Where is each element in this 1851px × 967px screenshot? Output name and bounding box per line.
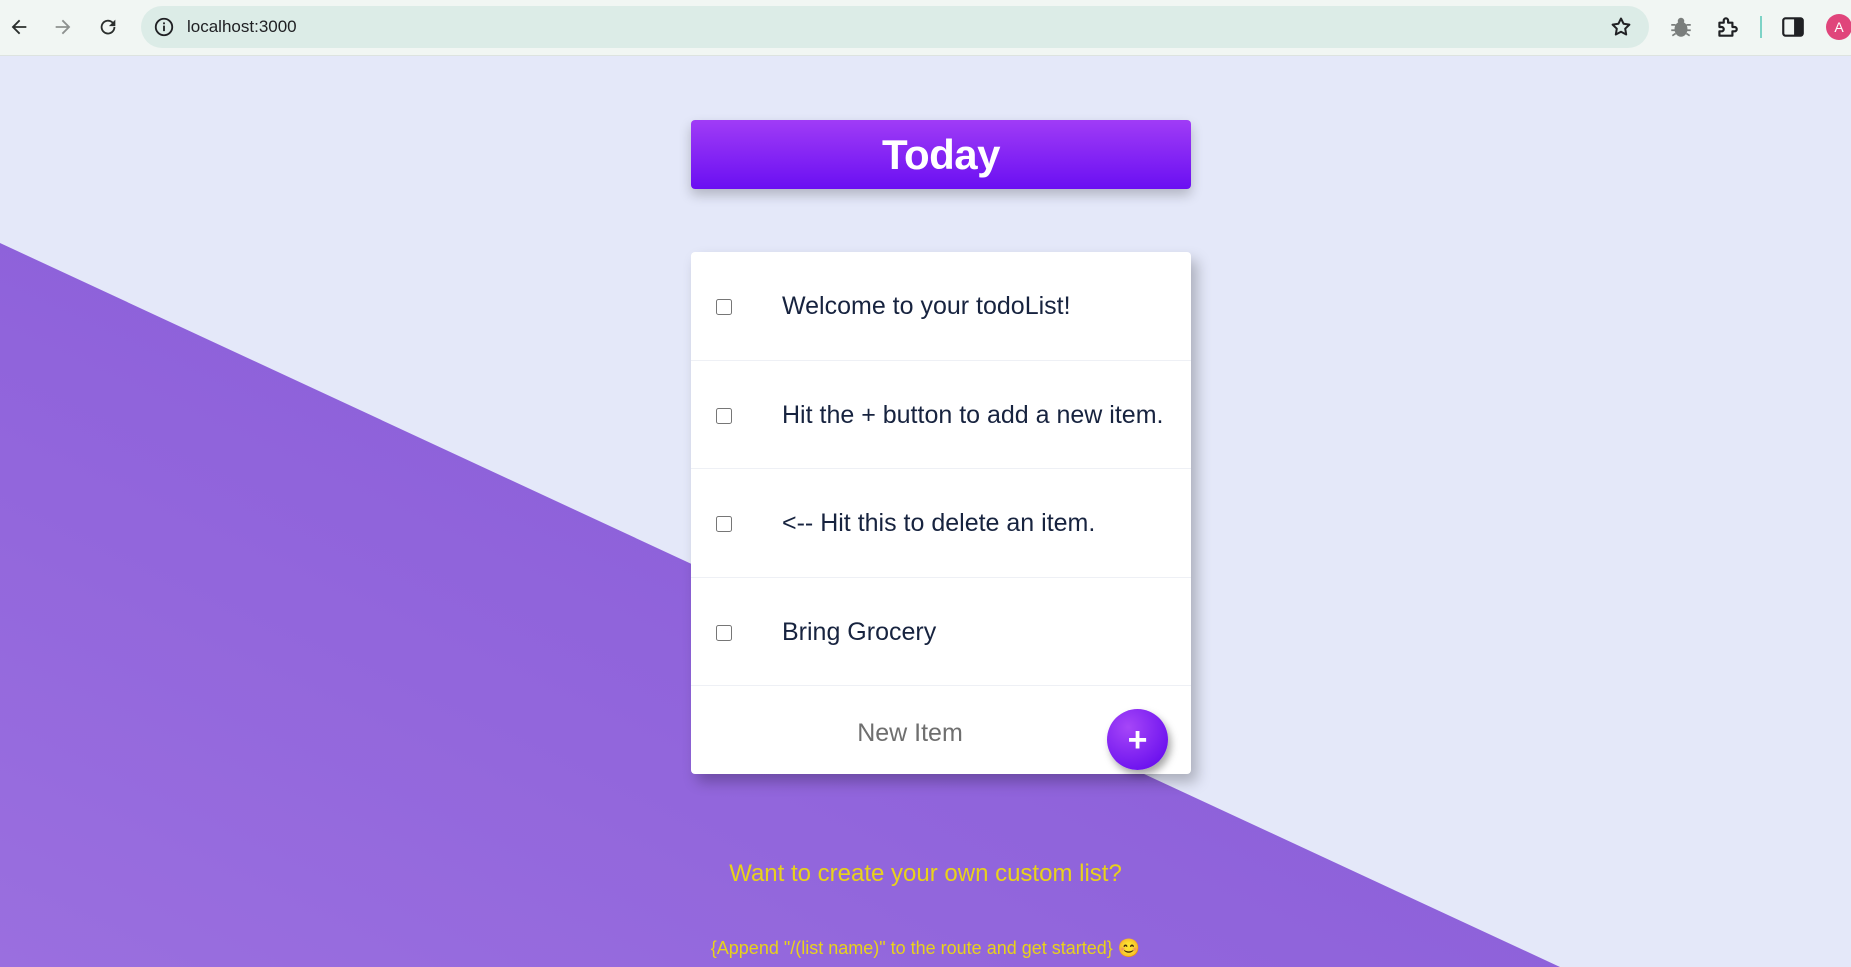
forward-arrow-icon[interactable]: [44, 8, 82, 46]
list-title: Today: [881, 130, 1001, 178]
custom-list-question: Want to create your own custom list?: [729, 860, 1122, 887]
side-panel-icon[interactable]: [1780, 14, 1806, 40]
bug-extension-icon[interactable]: [1668, 14, 1694, 40]
address-bar[interactable]: localhost:3000: [141, 6, 1649, 48]
url-text[interactable]: localhost:3000: [187, 6, 297, 48]
list-item: <-- Hit this to delete an item.: [691, 469, 1191, 578]
puzzle-extension-icon[interactable]: [1714, 14, 1740, 40]
item-checkbox[interactable]: [716, 299, 732, 315]
item-checkbox[interactable]: [716, 624, 732, 641]
item-text: Welcome to your todoList!: [782, 292, 1071, 320]
item-checkbox[interactable]: [716, 516, 732, 532]
list-item: Hit the + button to add a new item.: [691, 361, 1191, 469]
toolbar-divider: [1760, 16, 1762, 38]
add-item-button[interactable]: +: [1107, 709, 1168, 770]
new-item-input[interactable]: [785, 710, 1035, 756]
item-checkbox[interactable]: [716, 407, 732, 424]
reload-icon[interactable]: [89, 8, 127, 46]
page-body: Today Welcome to your todoList! Hit the …: [0, 56, 1851, 967]
new-item-form: +: [691, 686, 1191, 774]
custom-list-hint: {Append "/(list name)" to the route and …: [710, 938, 1141, 958]
item-text: Hit the + button to add a new item.: [782, 400, 1164, 429]
list-item: Bring Grocery: [691, 578, 1191, 686]
profile-avatar[interactable]: A: [1826, 14, 1851, 40]
bookmark-star-icon[interactable]: [1609, 15, 1633, 39]
list-item: Welcome to your todoList!: [691, 252, 1191, 361]
site-info-icon[interactable]: [153, 16, 175, 38]
back-arrow-icon[interactable]: [0, 8, 38, 46]
todo-card: Welcome to your todoList! Hit the + butt…: [691, 252, 1191, 774]
list-title-box: Today: [691, 120, 1191, 189]
browser-toolbar: localhost:3000 A: [0, 0, 1851, 56]
item-text: <-- Hit this to delete an item.: [782, 509, 1096, 537]
item-text: Bring Grocery: [782, 617, 937, 646]
